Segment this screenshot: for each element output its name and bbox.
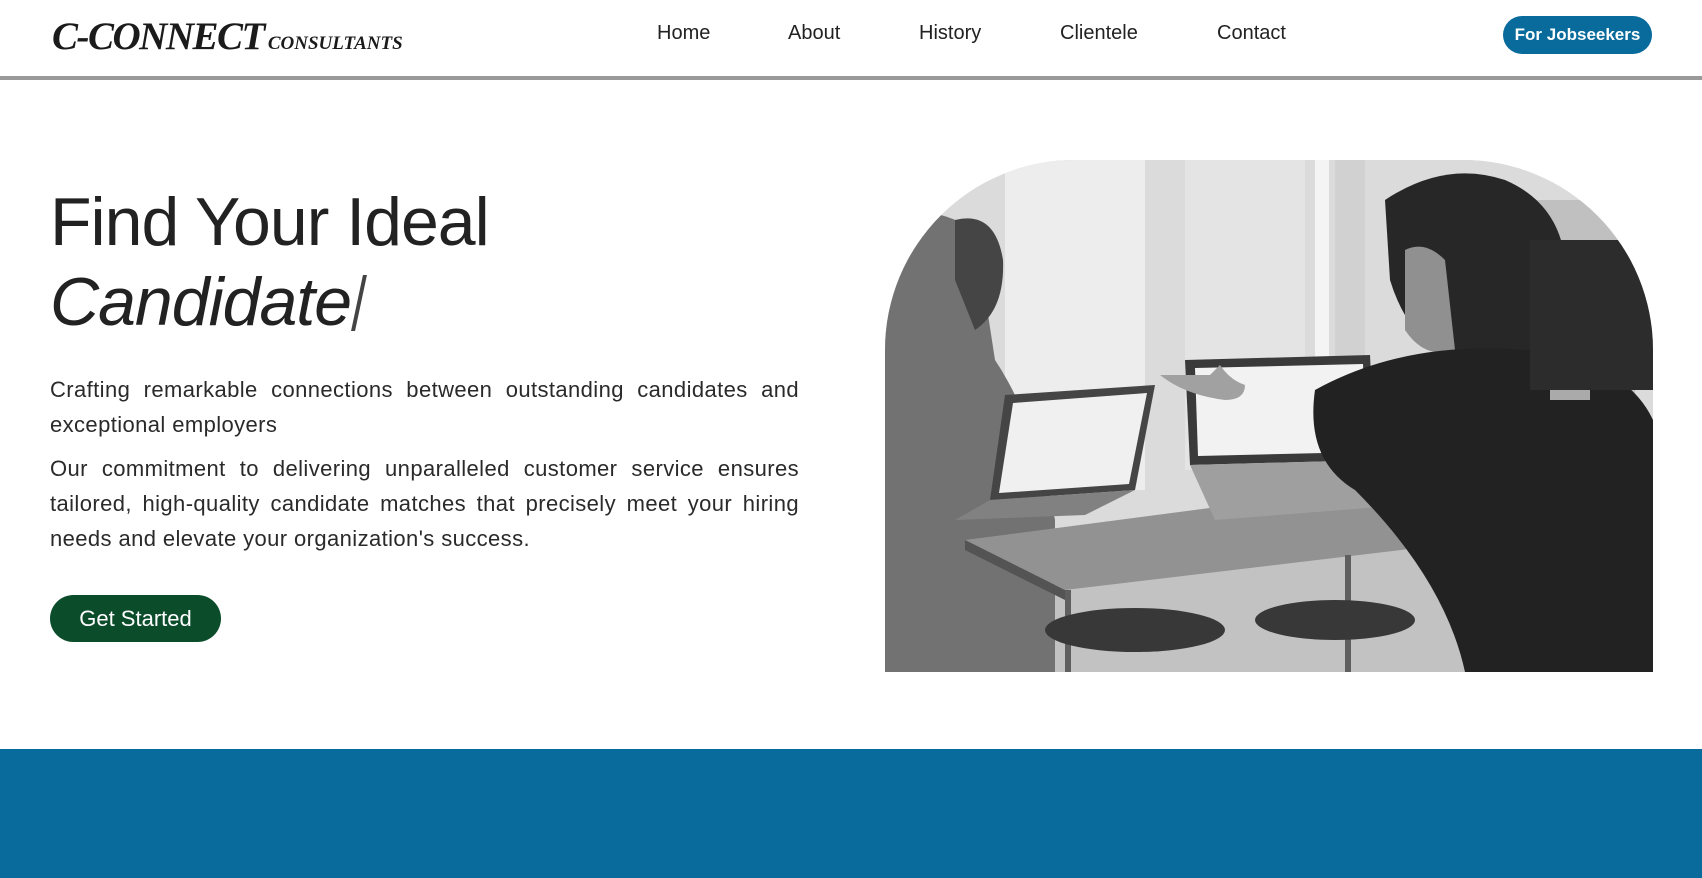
hero-description: Our commitment to delivering unparallele…	[50, 456, 799, 551]
brand-logo[interactable]: C-CONNECT CONSULTANTS	[52, 14, 403, 59]
hero-title-line1: Find Your Ideal	[50, 184, 490, 260]
nav-item-about[interactable]: About	[788, 22, 840, 45]
logo-sub-text: CONSULTANTS	[267, 33, 403, 54]
office-meeting-photo	[885, 160, 1653, 672]
logo-main-text: C-CONNECT	[52, 15, 265, 58]
nav-item-contact[interactable]: Contact	[1217, 22, 1286, 45]
typing-cursor	[351, 275, 367, 331]
for-jobseekers-button[interactable]: For Jobseekers	[1503, 16, 1652, 54]
site-header: C-CONNECT CONSULTANTS Home About History …	[0, 0, 1702, 80]
nav-item-history[interactable]: History	[919, 22, 981, 45]
hero-title-typed-word: Candidate	[50, 264, 352, 340]
hero-title-line2: Candidate	[50, 262, 489, 342]
next-section-band	[0, 749, 1702, 878]
hero-title: Find Your Ideal Candidate	[50, 182, 490, 342]
hero-tagline: Crafting remarkable connections between …	[50, 377, 799, 437]
nav-item-home[interactable]: Home	[657, 22, 710, 45]
nav-item-clientele[interactable]: Clientele	[1060, 22, 1138, 45]
get-started-button[interactable]: Get Started	[50, 595, 221, 642]
